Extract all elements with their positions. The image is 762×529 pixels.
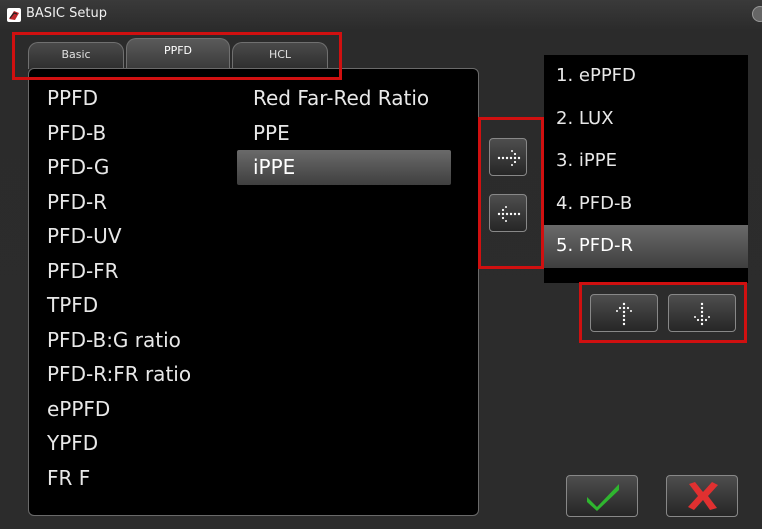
available-parameters-panel: PPFD PFD-B PFD-G PFD-R PFD-UV PFD-FR TPF… xyxy=(28,68,479,516)
param-pfd-uv[interactable]: PFD-UV xyxy=(47,219,191,254)
param-pfd-fr[interactable]: PFD-FR xyxy=(47,254,191,289)
selected-item-4[interactable]: 4. PFD-B xyxy=(544,183,748,226)
param-pfd-b[interactable]: PFD-B xyxy=(47,116,191,151)
transfer-buttons-highlight-box xyxy=(478,117,544,269)
cancel-button[interactable] xyxy=(666,475,738,517)
x-icon xyxy=(688,482,718,510)
param-ppfd[interactable]: PPFD xyxy=(47,81,191,116)
window-close-button[interactable] xyxy=(752,6,762,22)
param-ippe-selected[interactable]: iPPE xyxy=(237,150,451,185)
window-title: BASIC Setup xyxy=(26,6,107,21)
order-buttons-highlight-box xyxy=(579,282,747,343)
param-tpfd[interactable]: TPFD xyxy=(47,288,191,323)
available-column-1: PPFD PFD-B PFD-G PFD-R PFD-UV PFD-FR TPF… xyxy=(47,81,191,495)
selected-item-1[interactable]: 1. ePPFD xyxy=(544,55,748,98)
param-red-far-red-ratio[interactable]: Red Far-Red Ratio xyxy=(237,81,451,116)
basic-setup-window: BASIC Setup Basic PPFD HCL PPFD PFD-B PF… xyxy=(0,0,762,529)
selected-item-2[interactable]: 2. LUX xyxy=(544,98,748,141)
available-column-2: Red Far-Red Ratio PPE iPPE xyxy=(237,81,451,185)
checkmark-icon xyxy=(587,484,619,511)
param-ypfd[interactable]: YPFD xyxy=(47,426,191,461)
selected-parameters-list: 1. ePPFD 2. LUX 3. iPPE 4. PFD-B 5. PFD-… xyxy=(544,55,748,283)
param-pfd-r[interactable]: PFD-R xyxy=(47,185,191,220)
selected-item-5-highlighted[interactable]: 5. PFD-R xyxy=(544,225,748,268)
param-ppe[interactable]: PPE xyxy=(237,116,451,151)
title-bar: BASIC Setup xyxy=(0,0,762,28)
param-pfd-bg-ratio[interactable]: PFD-B:G ratio xyxy=(47,323,191,358)
selected-item-3[interactable]: 3. iPPE xyxy=(544,140,748,183)
param-pfd-rfr-ratio[interactable]: PFD-R:FR ratio xyxy=(47,357,191,392)
param-eppfd[interactable]: ePPFD xyxy=(47,392,191,427)
ok-button[interactable] xyxy=(566,475,638,517)
param-pfd-g[interactable]: PFD-G xyxy=(47,150,191,185)
app-logo-icon xyxy=(6,7,22,23)
param-fr-f[interactable]: FR F xyxy=(47,461,191,496)
tabs-highlight-box xyxy=(12,32,342,80)
